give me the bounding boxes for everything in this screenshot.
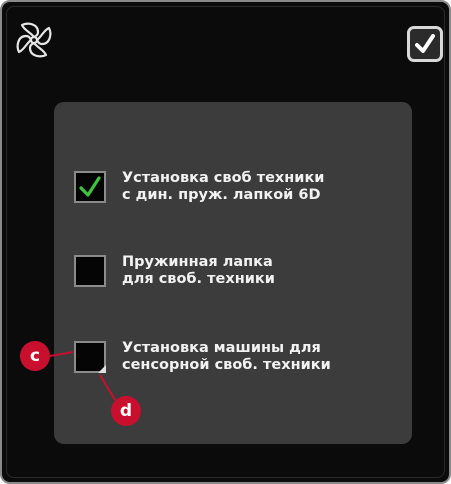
- option-checkbox-3[interactable]: [74, 341, 106, 373]
- fan-icon[interactable]: [14, 20, 54, 60]
- option-label-line: Установка машины для: [122, 340, 321, 356]
- option-row-sensor-freemotion[interactable]: Установка машины для сенсорной своб. тех…: [74, 340, 331, 374]
- option-label-1: Установка своб техники с дин. пруж. лапк…: [122, 170, 324, 204]
- option-label-line: сенсорной своб. техники: [122, 357, 331, 373]
- option-checkbox-1[interactable]: [74, 171, 106, 203]
- confirm-button[interactable]: [407, 26, 443, 62]
- option-label-line: для своб. техники: [122, 271, 275, 287]
- checkmark-icon: [415, 34, 435, 53]
- callout-c: c: [20, 341, 50, 371]
- option-label-line: Установка своб техники: [122, 170, 325, 186]
- option-label-3: Установка машины для сенсорной своб. тех…: [122, 340, 331, 374]
- embroidery-screen: Установка своб техники с дин. пруж. лапк…: [0, 0, 451, 484]
- option-label-line: Пружинная лапка: [122, 254, 273, 270]
- callout-d: d: [111, 396, 141, 426]
- options-panel: Установка своб техники с дин. пруж. лапк…: [54, 102, 412, 444]
- option-row-freemotion-spring-6d[interactable]: Установка своб техники с дин. пруж. лапк…: [74, 170, 324, 204]
- checkmark-icon: [79, 176, 101, 197]
- option-label-2: Пружинная лапка для своб. техники: [122, 254, 275, 288]
- option-row-spring-foot[interactable]: Пружинная лапка для своб. техники: [74, 254, 275, 288]
- option-label-line: с дин. пруж. лапкой 6D: [122, 187, 321, 203]
- option-checkbox-2[interactable]: [74, 255, 106, 287]
